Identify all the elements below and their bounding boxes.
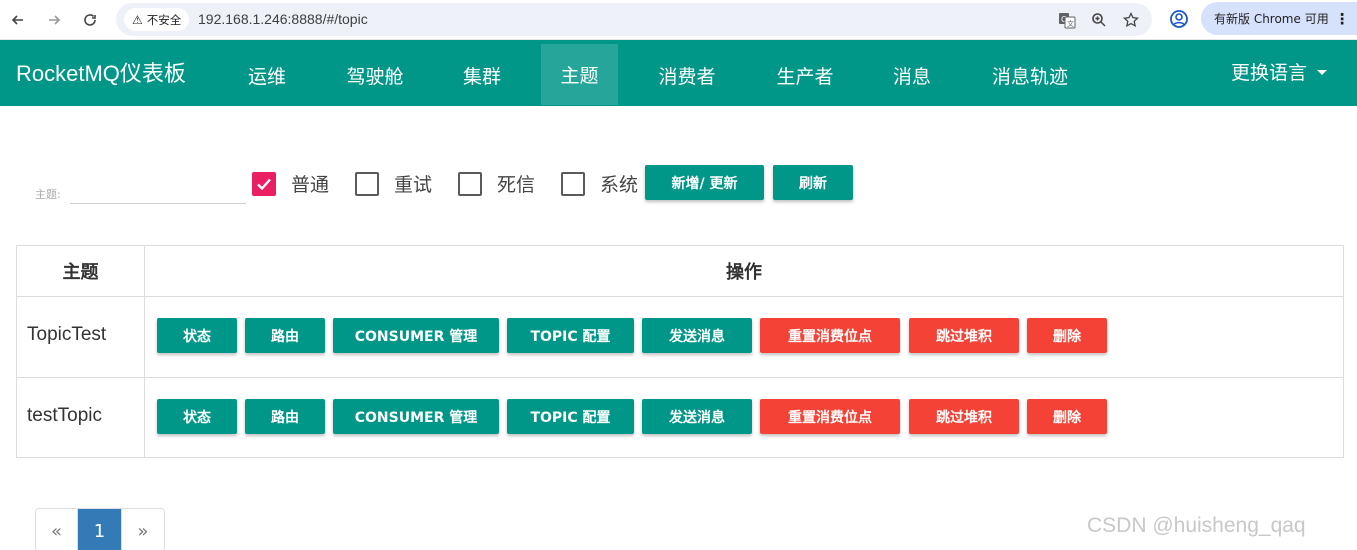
brand-title[interactable]: RocketMQ仪表板 <box>16 56 186 88</box>
topic-name: testTopic <box>27 405 102 426</box>
column-header-topic: 主题 <box>62 262 99 283</box>
route-button[interactable]: 路由 <box>245 318 325 353</box>
row-divider <box>17 296 1343 297</box>
skip-backlog-button[interactable]: 跳过堆积 <box>909 399 1019 434</box>
consumer-manage-button[interactable]: CONSUMER 管理 <box>333 399 499 434</box>
checkbox-dead-letter[interactable]: 死信 <box>458 170 535 197</box>
watermark: CSDN @huisheng_qaq <box>1087 514 1306 537</box>
language-dropdown[interactable]: 更换语言 <box>1231 58 1327 85</box>
svg-text:文: 文 <box>1067 19 1074 28</box>
nav-item-consumer[interactable]: 消费者 <box>644 44 730 106</box>
checkbox-label: 死信 <box>497 174 536 196</box>
security-chip[interactable]: ⚠ 不安全 <box>124 8 190 31</box>
delete-button[interactable]: 删除 <box>1027 399 1107 434</box>
forward-button[interactable] <box>40 6 68 34</box>
checkbox-normal[interactable]: 普通 <box>252 170 329 197</box>
topic-config-button[interactable]: TOPIC 配置 <box>507 399 634 434</box>
translate-icon[interactable]: G文 <box>1056 9 1078 31</box>
topic-config-button[interactable]: TOPIC 配置 <box>507 318 634 353</box>
status-button[interactable]: 状态 <box>157 399 237 434</box>
app-navbar: RocketMQ仪表板 运维 驾驶舱 集群 主题 消费者 生产者 消息 消息轨迹… <box>0 40 1357 106</box>
topic-name: TopicTest <box>27 324 107 345</box>
status-button[interactable]: 状态 <box>157 318 237 353</box>
page-number-button[interactable]: 1 <box>78 509 122 550</box>
checkbox-label: 重试 <box>394 174 433 196</box>
column-header-actions: 操作 <box>726 262 762 283</box>
checkbox-label: 系统 <box>600 174 639 196</box>
forward-arrow-icon <box>49 15 61 25</box>
security-label: 不安全 <box>146 12 182 27</box>
more-menu-icon[interactable]: ⋮ <box>1335 10 1350 28</box>
add-update-button[interactable]: 新增/ 更新 <box>645 165 764 200</box>
column-divider <box>144 246 145 457</box>
nav-item-message-trace[interactable]: 消息轨迹 <box>976 44 1084 106</box>
delete-button[interactable]: 删除 <box>1027 318 1107 353</box>
zoom-icon[interactable] <box>1088 9 1110 31</box>
nav-item-message[interactable]: 消息 <box>880 44 944 106</box>
route-button[interactable]: 路由 <box>245 399 325 434</box>
topic-filter-label: 主题: <box>35 188 61 201</box>
warning-icon: ⚠ <box>132 12 143 27</box>
reset-offset-button[interactable]: 重置消费位点 <box>760 399 900 434</box>
url-text[interactable]: 192.168.1.246:8888/#/topic <box>198 11 368 27</box>
checkbox-label: 普通 <box>291 174 330 196</box>
back-button[interactable] <box>4 6 32 34</box>
topic-filter-input[interactable] <box>70 172 246 204</box>
chrome-update-button[interactable]: 有新版 Chrome 可用 ⋮ <box>1201 2 1357 35</box>
back-arrow-icon <box>11 15 23 25</box>
topic-table: 主题 操作 TopicTest 状态 路由 CONSUMER 管理 TOPIC … <box>16 245 1344 458</box>
checkbox-system[interactable]: 系统 <box>561 170 638 197</box>
bookmark-star-icon[interactable] <box>1120 9 1142 31</box>
update-label: 有新版 Chrome 可用 <box>1214 12 1329 26</box>
send-message-button[interactable]: 发送消息 <box>642 399 752 434</box>
reset-offset-button[interactable]: 重置消费位点 <box>760 318 900 353</box>
reload-icon <box>84 14 96 26</box>
caret-down-icon <box>1317 70 1327 75</box>
profile-icon[interactable] <box>1166 6 1192 32</box>
checkbox-unchecked-icon[interactable] <box>355 171 379 196</box>
nav-item-ops[interactable]: 运维 <box>236 44 298 106</box>
checkbox-unchecked-icon[interactable] <box>561 171 585 196</box>
next-page-button[interactable]: » <box>122 509 164 550</box>
row-divider <box>17 377 1343 378</box>
browser-toolbar: ⚠ 不安全 192.168.1.246:8888/#/topic G文 有新版 … <box>0 0 1357 40</box>
address-bar[interactable]: ⚠ 不安全 192.168.1.246:8888/#/topic G文 <box>116 3 1152 36</box>
send-message-button[interactable]: 发送消息 <box>642 318 752 353</box>
checkbox-checked-icon[interactable] <box>252 171 276 196</box>
refresh-button[interactable]: 刷新 <box>773 165 853 200</box>
reload-button[interactable] <box>76 6 104 34</box>
checkbox-unchecked-icon[interactable] <box>458 171 482 196</box>
pagination: « 1 » <box>35 508 165 550</box>
nav-item-producer[interactable]: 生产者 <box>762 44 848 106</box>
nav-item-cluster[interactable]: 集群 <box>446 44 518 106</box>
nav-item-topic[interactable]: 主题 <box>541 44 618 105</box>
prev-page-button[interactable]: « <box>36 509 78 550</box>
language-label: 更换语言 <box>1230 62 1307 84</box>
skip-backlog-button[interactable]: 跳过堆积 <box>909 318 1019 353</box>
nav-item-dashboard[interactable]: 驾驶舱 <box>331 44 419 106</box>
consumer-manage-button[interactable]: CONSUMER 管理 <box>333 318 499 353</box>
checkbox-retry[interactable]: 重试 <box>355 170 432 197</box>
